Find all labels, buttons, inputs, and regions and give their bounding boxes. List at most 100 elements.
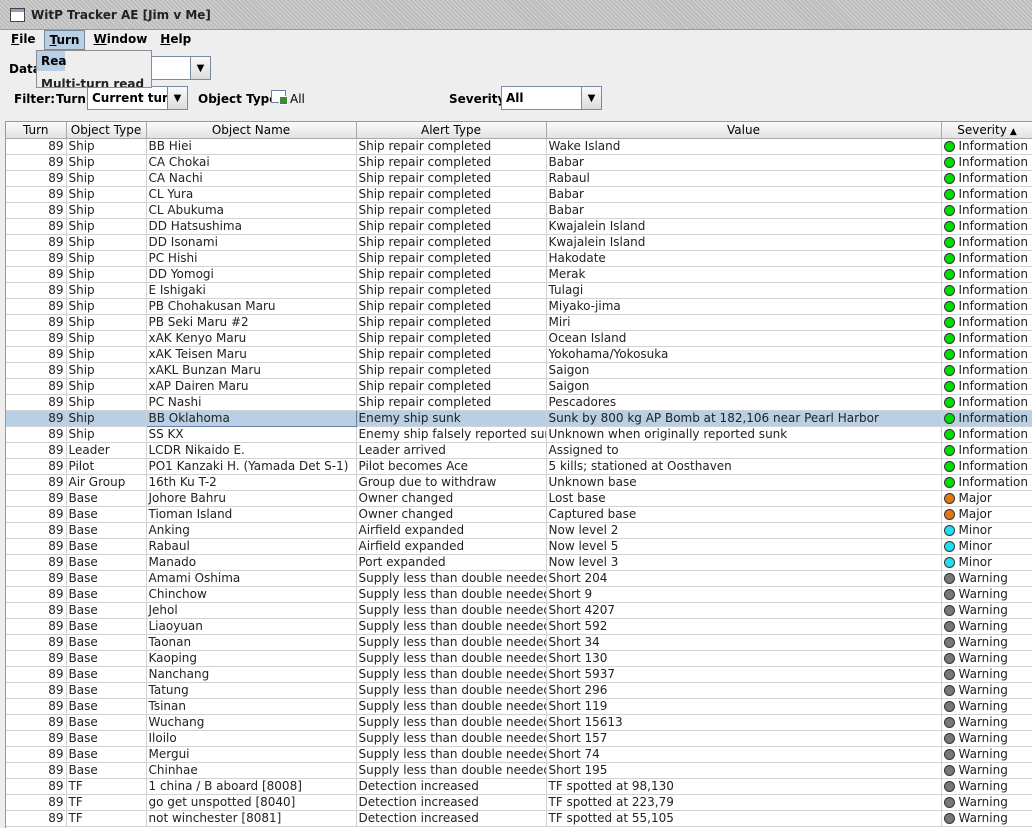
table-row[interactable]: 89 Base Manado Port expanded Now level 3 Mino… — [6, 554, 1032, 571]
table-row[interactable]: 89 Air Group 16th Ku T-2 Group due to withd… — [6, 474, 1032, 491]
cell-alert-type: Owner changed — [356, 506, 547, 523]
table-row[interactable]: 89 Ship DD Yomogi Ship repair completed Mera… — [6, 266, 1032, 283]
chevron-down-icon[interactable]: ▼ — [581, 87, 601, 109]
alerts-table-container[interactable]: Turn Object Type Object Name Alert Type … — [5, 121, 1032, 828]
cell-value: Saigon — [546, 362, 942, 379]
column-header-alert-type[interactable]: Alert Type — [356, 122, 547, 139]
table-row[interactable]: 89 Ship E Ishigaki Ship repair completed Tul… — [6, 282, 1032, 299]
severity-label: Information — [958, 474, 1028, 489]
cell-turn: 89 — [6, 538, 67, 555]
table-row[interactable]: 89 Ship PC Hishi Ship repair completed Hakod… — [6, 250, 1032, 267]
cell-severity: Information — [941, 330, 1032, 347]
table-row[interactable]: 89 Ship PB Chohakusan Maru Ship repair comp… — [6, 298, 1032, 315]
table-row[interactable]: 89 Base Tioman Island Owner changed Captured… — [6, 506, 1032, 523]
menu-item-multi-turn-read[interactable]: Multi-turn read — [37, 71, 151, 87]
table-row[interactable]: 89 Base Nanchang Supply less than double ne… — [6, 666, 1032, 683]
severity-label: Information — [958, 250, 1028, 265]
table-row[interactable]: 89 Base Amami Oshima Supply less than doubl… — [6, 570, 1032, 587]
turn-filter-value: Current turn — [92, 91, 167, 105]
severity-label: Information — [958, 218, 1028, 233]
table-row[interactable]: 89 Ship PC Nashi Ship repair completed Pesca… — [6, 394, 1032, 411]
table-row[interactable]: 89 Ship xAK Kenyo Maru Ship repair complete… — [6, 330, 1032, 347]
table-row[interactable]: 89 Base Wuchang Supply less than double nee… — [6, 714, 1032, 731]
table-row[interactable]: 89 Base Chinchow Supply less than double ne… — [6, 586, 1032, 603]
cell-alert-type: Supply less than double needed — [356, 762, 547, 779]
table-row[interactable]: 89 Base Rabaul Airfield expanded Now level 5… — [6, 538, 1032, 555]
table-row[interactable]: 89 Base Chinhae Supply less than double nee… — [6, 762, 1032, 779]
cell-turn: 89 — [6, 282, 67, 299]
cell-severity: Warning — [941, 650, 1032, 667]
table-row[interactable]: 89 Base Taonan Supply less than double need… — [6, 634, 1032, 651]
table-row[interactable]: 89 Ship BB Hiei Ship repair completed Wake I… — [6, 138, 1032, 155]
table-row[interactable]: 89 Ship CA Chokai Ship repair completed Baba… — [6, 154, 1032, 171]
table-row[interactable]: 89 Base Johore Bahru Owner changed Lost base… — [6, 490, 1032, 507]
severity-value: All — [506, 91, 524, 105]
table-row[interactable]: 89 Ship DD Isonami Ship repair completed Kwa… — [6, 234, 1032, 251]
table-row[interactable]: 89 Ship CA Nachi Ship repair completed Rabau… — [6, 170, 1032, 187]
chevron-down-icon[interactable]: ▼ — [167, 87, 187, 109]
cell-value: Hakodate — [546, 250, 942, 267]
column-header-object-name[interactable]: Object Name — [146, 122, 357, 139]
severity-select[interactable]: All ▼ — [501, 86, 602, 110]
table-row[interactable]: 89 Base Anking Airfield expanded Now level 2… — [6, 522, 1032, 539]
cell-alert-type: Pilot becomes Ace — [356, 458, 547, 475]
cell-turn: 89 — [6, 714, 67, 731]
table-row[interactable]: 89 Base Mergui Supply less than double need… — [6, 746, 1032, 763]
cell-alert-type: Ship repair completed — [356, 346, 547, 363]
cell-severity: Major — [941, 490, 1032, 507]
table-row[interactable]: 89 Ship SS KX Enemy ship falsely reported s… — [6, 426, 1032, 443]
table-row[interactable]: 89 Pilot PO1 Kanzaki H. (Yamada Det S-1) Pi… — [6, 458, 1032, 475]
table-row[interactable]: 89 Base Jehol Supply less than double neede… — [6, 602, 1032, 619]
cell-object-type: Ship — [66, 394, 147, 411]
cell-object-type: Ship — [66, 170, 147, 187]
table-row[interactable]: 89 Ship CL Abukuma Ship repair completed Bab… — [6, 202, 1032, 219]
table-row[interactable]: 89 Base Tsinan Supply less than double need… — [6, 698, 1032, 715]
object-type-label: Object Type: — [198, 92, 283, 106]
table-row[interactable]: 89 Base Kaoping Supply less than double nee… — [6, 650, 1032, 667]
table-row[interactable]: 89 Ship xAKL Bunzan Maru Ship repair comple… — [6, 362, 1032, 379]
table-row[interactable]: 89 Ship xAP Dairen Maru Ship repair complet… — [6, 378, 1032, 395]
column-header-object-type[interactable]: Object Type — [66, 122, 147, 139]
severity-label: Information — [958, 234, 1028, 249]
table-row[interactable]: 89 Ship xAK Teisen Maru Ship repair complet… — [6, 346, 1032, 363]
table-row[interactable]: 89 TF 1 china / B aboard [8008] Detection i… — [6, 778, 1032, 795]
table-row[interactable]: 89 Ship BB Oklahoma Enemy ship sunk Sunk by … — [6, 409, 1032, 427]
cell-object-name: xAKL Bunzan Maru — [146, 362, 357, 379]
cell-object-type: Base — [66, 506, 147, 523]
chevron-down-icon[interactable]: ▼ — [190, 57, 210, 79]
table-row[interactable]: 89 Base Liaoyuan Supply less than double ne… — [6, 618, 1032, 635]
table-row[interactable]: 89 TF go get unspotted [8040] Detection inc… — [6, 794, 1032, 811]
table-row[interactable]: 89 Ship CL Yura Ship repair completed Babar I… — [6, 186, 1032, 203]
menu-turn[interactable]: Turn — [43, 30, 86, 50]
column-header-severity[interactable]: Severity ▲ — [941, 122, 1032, 139]
menu-file[interactable]: File — [6, 30, 41, 50]
column-header-turn[interactable]: Turn — [6, 122, 67, 139]
table-row[interactable]: 89 TF not winchester [8081] Detection incre… — [6, 810, 1032, 827]
menu-help[interactable]: Help — [155, 30, 196, 50]
table-row[interactable]: 89 Ship PB Seki Maru #2 Ship repair complet… — [6, 314, 1032, 331]
severity-dot-icon — [943, 572, 955, 584]
table-row[interactable]: 89 Base Tatung Supply less than double need… — [6, 682, 1032, 699]
cell-severity: Warning — [941, 666, 1032, 683]
object-type-picker-icon[interactable] — [271, 90, 288, 105]
cell-turn: 89 — [6, 202, 67, 219]
cell-alert-type: Airfield expanded — [356, 522, 547, 539]
table-row[interactable]: 89 Base Iloilo Supply less than double need… — [6, 730, 1032, 747]
cell-alert-type: Leader arrived — [356, 442, 547, 459]
severity-dot-icon — [943, 716, 955, 728]
cell-object-type: Ship — [66, 426, 147, 443]
cell-object-name: Chinhae — [146, 762, 357, 779]
cell-value: Rabaul — [546, 170, 942, 187]
column-header-value[interactable]: Value — [546, 122, 942, 139]
severity-dot-icon — [943, 300, 955, 312]
cell-severity: Information — [941, 346, 1032, 363]
object-type-value[interactable]: All — [290, 92, 305, 106]
table-row[interactable]: 89 Ship DD Hatsushima Ship repair completed… — [6, 218, 1032, 235]
menu-window[interactable]: Window — [88, 30, 152, 50]
cell-value: Short 130 — [546, 650, 942, 667]
cell-severity: Warning — [941, 698, 1032, 715]
menu-item-read[interactable]: Rea — [37, 51, 66, 71]
table-row[interactable]: 89 Leader LCDR Nikaido E. Leader arrived Ass… — [6, 442, 1032, 459]
cell-turn: 89 — [6, 474, 67, 491]
turn-filter-select[interactable]: Current turn ▼ — [87, 86, 188, 110]
